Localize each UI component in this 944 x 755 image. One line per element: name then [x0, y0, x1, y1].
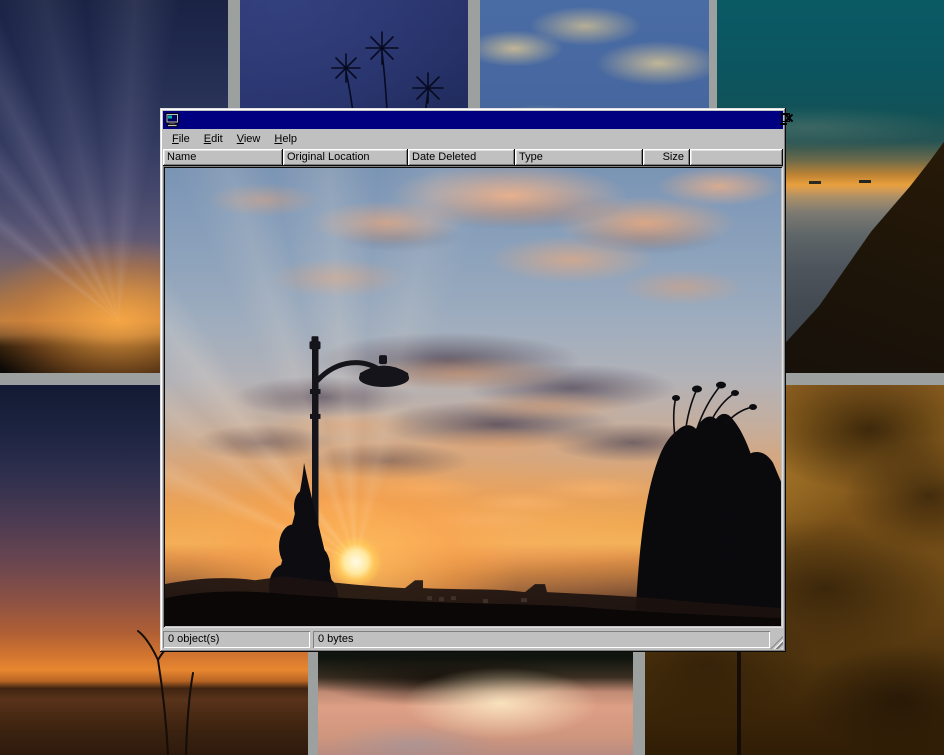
status-byte-count: 0 bytes [313, 631, 770, 648]
computer-icon[interactable] [165, 113, 181, 127]
column-header-filler [690, 149, 783, 166]
resize-grip-icon[interactable] [770, 636, 783, 649]
column-header-original-location[interactable]: Original Location [283, 149, 408, 166]
list-header: Name Original Location Date Deleted Type… [163, 149, 783, 166]
column-header-name[interactable]: Name [163, 149, 283, 166]
status-bar: 0 object(s) 0 bytes [163, 628, 783, 649]
minimize-icon [780, 123, 787, 125]
list-view[interactable] [163, 166, 783, 628]
sunset-silhouettes [165, 168, 781, 626]
menu-edit[interactable]: Edit [197, 130, 230, 148]
menu-view[interactable]: View [230, 130, 268, 148]
status-object-count: 0 object(s) [163, 631, 310, 648]
window-controls [776, 111, 781, 129]
window-titlebar[interactable] [163, 111, 783, 129]
column-header-date-deleted[interactable]: Date Deleted [408, 149, 515, 166]
column-header-type[interactable]: Type [515, 149, 643, 166]
column-header-size[interactable]: Size [643, 149, 690, 166]
recycle-bin-window: File Edit View Help Name Original Locati… [160, 108, 786, 652]
menu-help[interactable]: Help [267, 130, 304, 148]
right-trees-silhouette [635, 382, 781, 626]
menu-file[interactable]: File [165, 130, 197, 148]
menu-bar: File Edit View Help [163, 129, 783, 149]
